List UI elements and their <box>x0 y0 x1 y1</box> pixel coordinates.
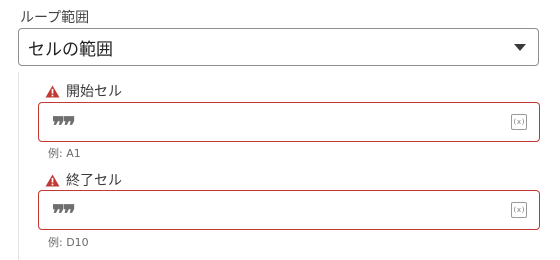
warning-icon <box>45 84 60 98</box>
start-cell-label: 開始セル <box>66 84 122 100</box>
formula-icon[interactable]: (x) <box>511 202 527 218</box>
end-cell-example: 例: D10 <box>48 236 89 249</box>
quote-icon: ❞❞ <box>52 199 76 228</box>
loop-range-select[interactable]: セルの範囲 <box>18 28 539 66</box>
quote-icon: ❞❞ <box>52 111 76 140</box>
end-cell-label-row: 終了セル <box>45 170 122 190</box>
indent-divider <box>18 72 19 260</box>
loop-range-label: ループ範囲 <box>20 10 90 26</box>
start-cell-example: 例: A1 <box>48 147 81 160</box>
formula-icon[interactable]: (x) <box>511 114 527 130</box>
start-cell-label-row: 開始セル <box>45 81 122 101</box>
end-cell-label: 終了セル <box>66 173 122 189</box>
warning-icon <box>45 173 60 187</box>
end-cell-input[interactable]: ❞❞ (x) <box>38 190 540 230</box>
loop-range-selected-value: セルの範囲 <box>28 39 113 60</box>
chevron-down-icon[interactable] <box>514 43 526 51</box>
start-cell-input[interactable]: ❞❞ (x) <box>38 102 540 142</box>
